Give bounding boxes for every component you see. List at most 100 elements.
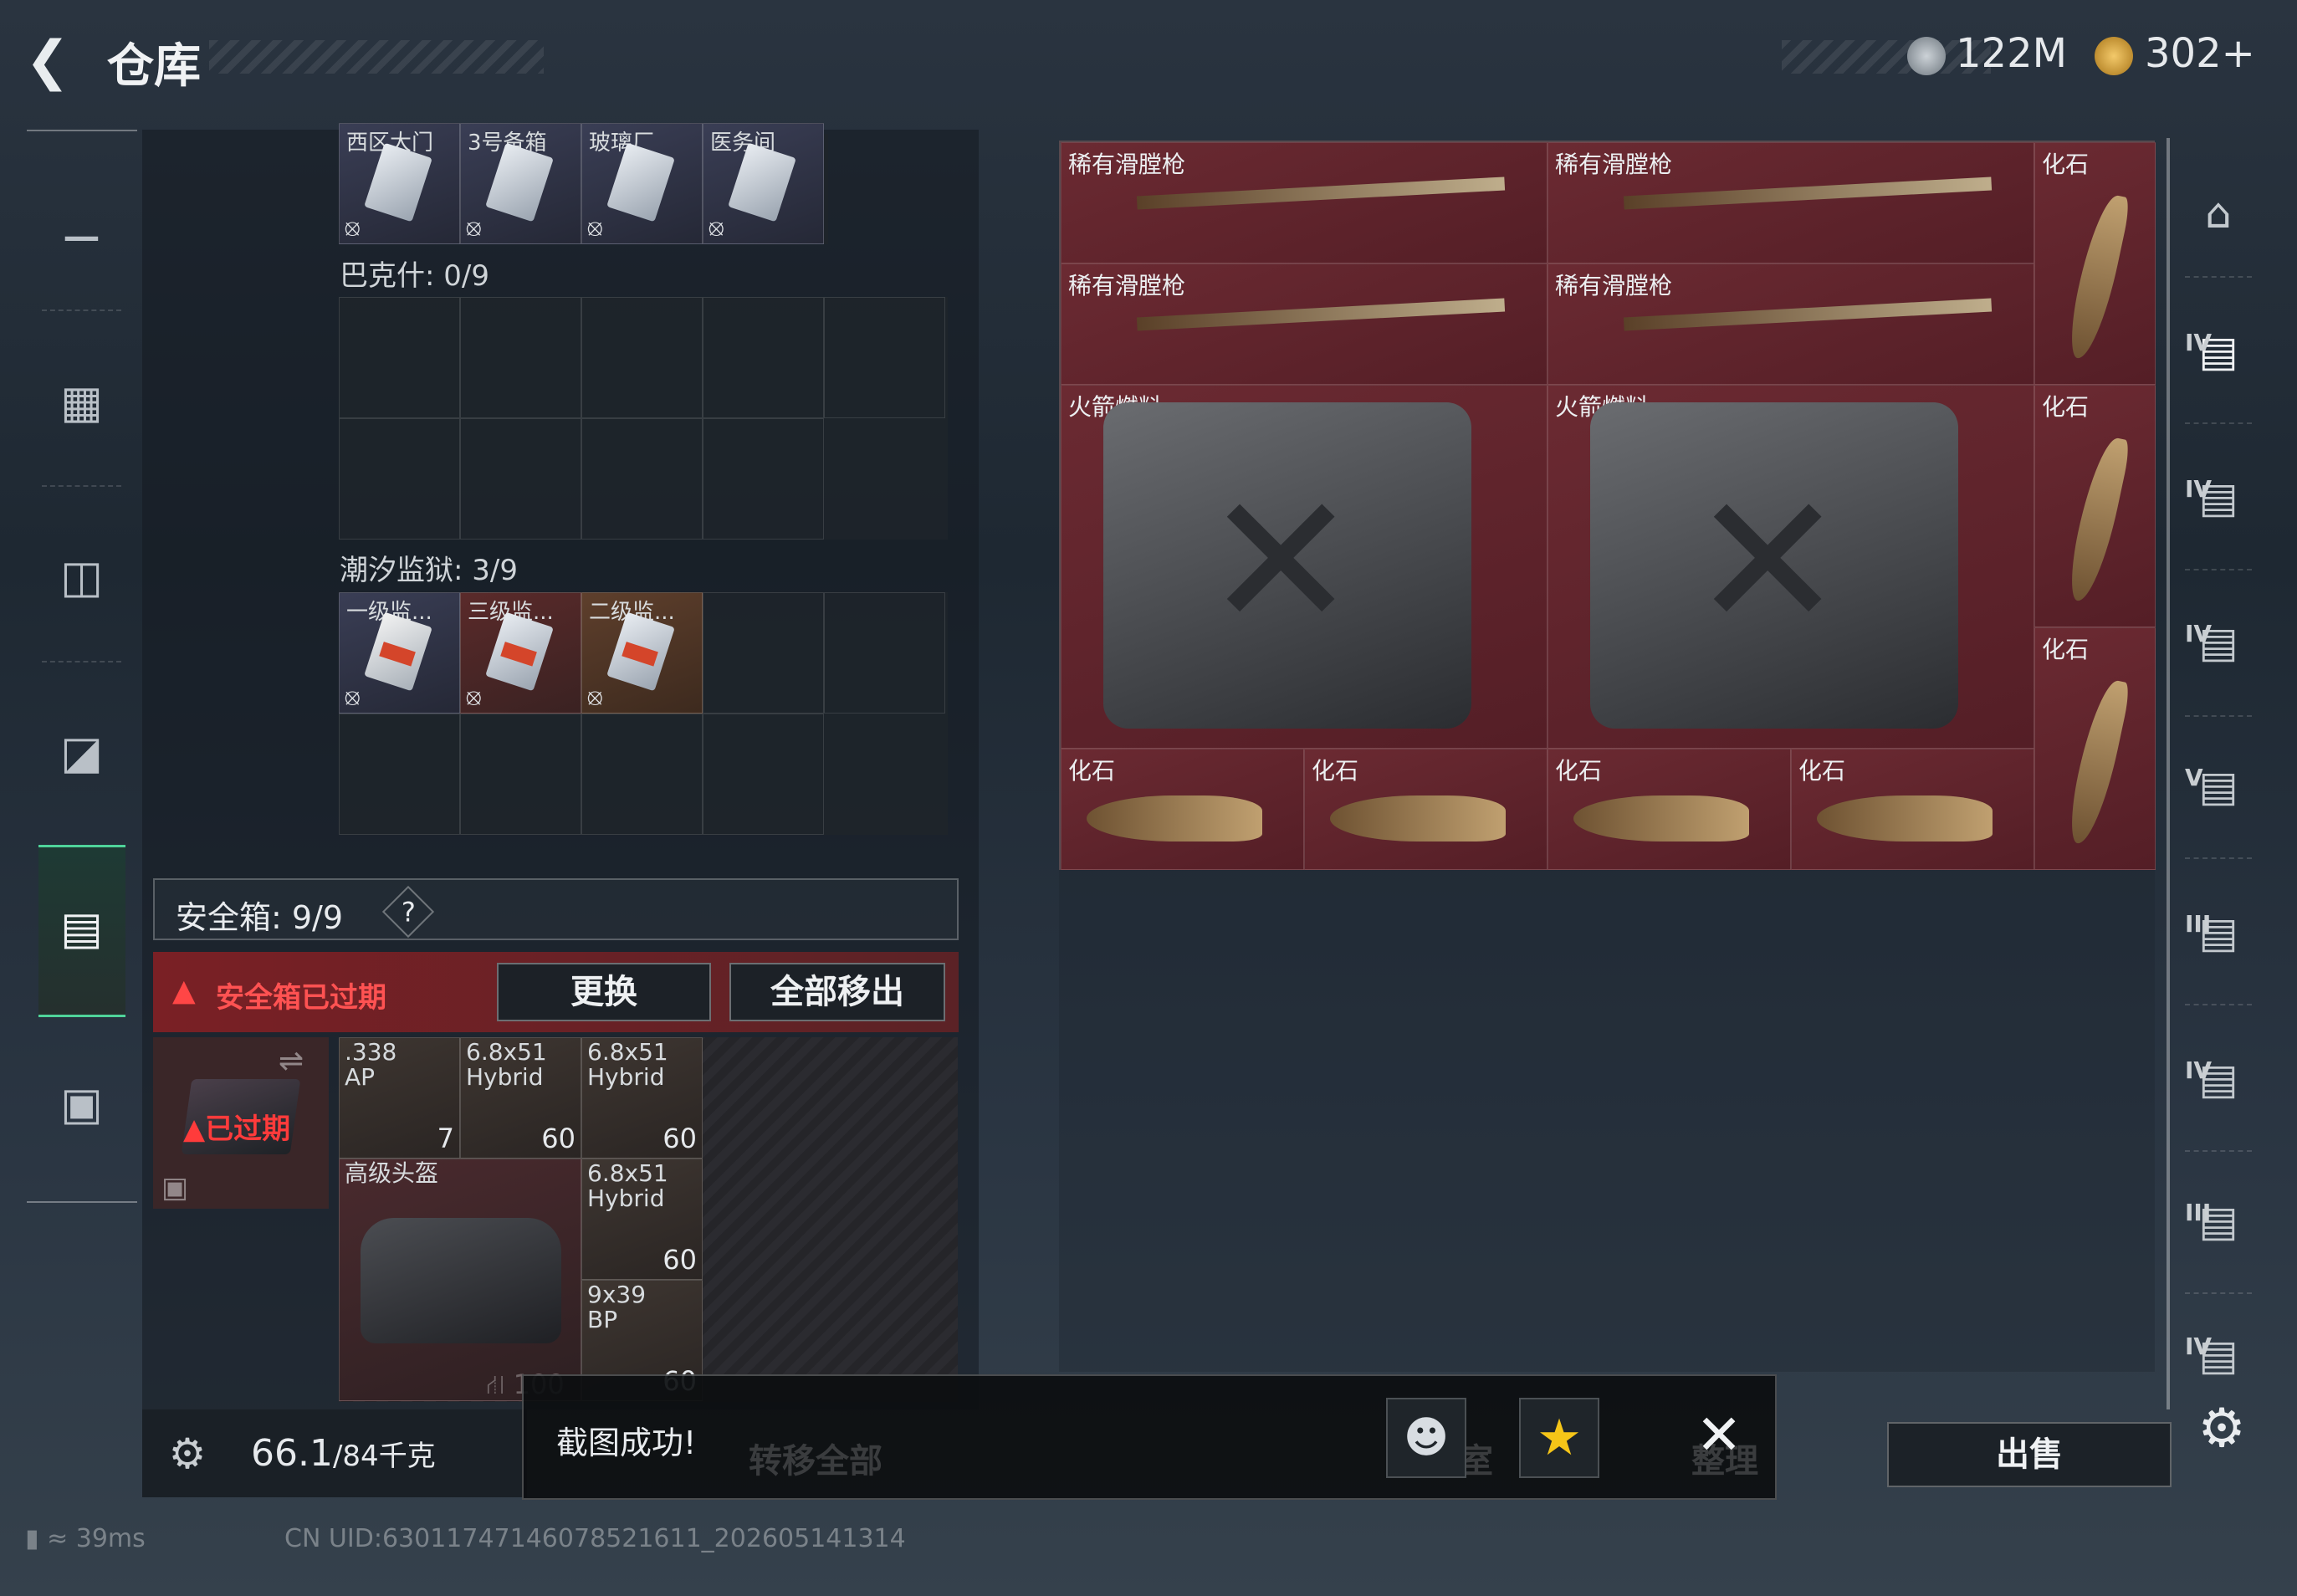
tier-label: IV — [2185, 1056, 2213, 1084]
empty-slot[interactable] — [581, 714, 703, 835]
musket-icon — [1623, 176, 1993, 210]
currency-silver: 122M — [1956, 30, 2068, 77]
favorite-star-icon[interactable]: ★ — [1519, 1398, 1599, 1478]
section-label-tidal-prison: 潮汐监狱: 3/9 — [340, 554, 518, 587]
key-grid-bakshi — [339, 297, 948, 540]
tier-storage-icon[interactable]: ▤ IV — [2185, 609, 2252, 676]
stash-item-rocket-fuel[interactable]: 火箭燃料 ✕ — [1061, 385, 1548, 749]
safebox-items: .338 AP 7 6.8x51 Hybrid 60 6.8x51 Hybrid… — [339, 1037, 958, 1402]
empty-slot[interactable] — [460, 714, 581, 835]
bag-icon[interactable]: ◪ — [50, 721, 113, 784]
close-icon[interactable]: ✕ — [1686, 1402, 1752, 1469]
ammo-count: 60 — [662, 1244, 697, 1276]
stash-item-fossil[interactable]: 化石 — [1791, 749, 2034, 870]
empty-slot[interactable] — [339, 297, 460, 418]
key-card[interactable]: 医务间 ⦻ — [703, 123, 824, 244]
battery-icon: ▮ — [25, 1524, 39, 1553]
keycard-item[interactable]: 一级监... ⦻ — [339, 592, 460, 714]
gun-icon[interactable]: ⚊ — [50, 194, 113, 257]
nav-separator — [2185, 1150, 2252, 1152]
stash-item-rocket-fuel[interactable]: 火箭燃料 ✕ — [1548, 385, 2034, 749]
empty-slot[interactable] — [339, 714, 460, 835]
ammo-item[interactable]: 6.8x51 Hybrid 60 — [581, 1159, 703, 1280]
stash-item-fossil[interactable]: 化石 — [2034, 627, 2156, 870]
replace-button[interactable]: 更换 — [497, 963, 711, 1021]
tier-storage-icon[interactable]: ▤ III — [2185, 899, 2252, 966]
ammo-name: .338 AP — [345, 1038, 397, 1091]
empty-slot[interactable] — [460, 297, 581, 418]
empty-slot[interactable] — [581, 297, 703, 418]
empty-slot[interactable] — [460, 418, 581, 540]
ammo-item[interactable]: 6.8x51 Hybrid 60 — [581, 1037, 703, 1159]
tier-storage-icon[interactable]: ▤ IV — [2185, 1046, 2252, 1113]
expired-badge-label: 已过期 — [205, 1113, 291, 1146]
wifi-icon: ≈ — [47, 1524, 69, 1553]
helmet-item[interactable]: 高级头盔 ⛙ 100 — [339, 1159, 581, 1401]
vest-icon[interactable]: ▦ — [50, 371, 113, 433]
tier-storage-icon[interactable]: ▤ III — [2185, 1188, 2252, 1255]
stash-item-musket[interactable]: 稀有滑膛枪 — [1548, 263, 2034, 385]
stash-item-fossil[interactable]: 化石 — [2034, 142, 2156, 385]
empty-slot[interactable] — [339, 418, 460, 540]
item-label: 化石 — [2042, 393, 2090, 421]
tier-storage-icon[interactable]: ▤ IV — [2185, 318, 2252, 385]
tier-storage-icon[interactable]: ▤ V — [2185, 753, 2252, 820]
stash-item-musket[interactable]: 稀有滑膛枪 — [1548, 142, 2034, 263]
stash-empty-area[interactable] — [1059, 870, 2155, 1372]
ammo-count: 7 — [437, 1123, 454, 1154]
stash-item-fossil[interactable]: 化石 — [1061, 749, 1304, 870]
vault-icon[interactable]: ⌂ — [2185, 180, 2252, 247]
keycard-item[interactable]: 二级监... ⦻ — [581, 592, 703, 714]
empty-slot[interactable] — [703, 418, 824, 540]
settings-gear-icon[interactable]: ⚙ — [2192, 1399, 2252, 1459]
nav-separator — [2185, 1292, 2252, 1294]
keycard-item[interactable]: 三级监... ⦻ — [460, 592, 581, 714]
stash-item-fossil[interactable]: 化石 — [2034, 385, 2156, 627]
stash-item-musket[interactable]: 稀有滑膛枪 — [1061, 263, 1548, 385]
nav-separator — [2185, 422, 2252, 424]
back-arrow-icon[interactable]: ❮ — [25, 32, 84, 90]
backpack-icon[interactable]: ◫ — [50, 545, 113, 608]
stash-item-fossil[interactable]: 化石 — [1304, 749, 1548, 870]
key-row: 西区大门 ⦻ 3号备箱 ⦻ 玻璃厂 ⦻ 医务间 ⦻ — [339, 123, 828, 244]
tier-label: IV — [2185, 620, 2213, 647]
currency-gold[interactable]: 302+ — [2145, 30, 2255, 77]
sell-button[interactable]: 出售 — [1887, 1422, 2172, 1487]
no-trade-icon: ⦻ — [587, 213, 603, 241]
ammo-count: 60 — [662, 1123, 697, 1154]
qq-share-icon[interactable]: ☻ — [1386, 1398, 1466, 1478]
swap-icon[interactable]: ⇌ — [279, 1044, 304, 1078]
empty-slot[interactable] — [703, 592, 824, 714]
empty-slot[interactable] — [581, 418, 703, 540]
key-card[interactable]: 西区大门 ⦻ — [339, 123, 460, 244]
briefcase-icon[interactable]: ▣ — [50, 1072, 113, 1135]
item-label: 化石 — [1798, 757, 1846, 785]
stash-item-musket[interactable]: 稀有滑膛枪 — [1061, 142, 1548, 263]
warning-icon: ▲ — [172, 974, 196, 1008]
nav-separator — [42, 661, 121, 662]
claw-fossil-icon — [1573, 795, 1749, 841]
nav-separator — [2185, 857, 2252, 859]
section-label-bakshi: 巴克什: 0/9 — [340, 259, 489, 293]
ammo-item[interactable]: .338 AP 7 — [339, 1037, 460, 1159]
item-label: 化石 — [2042, 636, 2090, 663]
expired-badge: ▲已过期 — [183, 1113, 291, 1146]
remove-all-button[interactable]: 全部移出 — [729, 963, 945, 1021]
weight-readout: 66.1/84千克 — [251, 1432, 436, 1475]
stash-item-fossil[interactable]: 化石 — [1548, 749, 1791, 870]
left-nav-bottom-line — [27, 1201, 137, 1203]
ammo-item[interactable]: 6.8x51 Hybrid 60 — [460, 1037, 581, 1159]
empty-slot[interactable] — [824, 592, 945, 714]
tier-storage-icon[interactable]: ▤ IV — [2185, 1322, 2252, 1389]
safebox-icon[interactable]: ⇌ ▲已过期 ▣ — [153, 1037, 329, 1209]
key-card[interactable]: 玻璃厂 ⦻ — [581, 123, 703, 244]
tier-storage-icon[interactable]: ▤ IV — [2185, 464, 2252, 531]
empty-slot[interactable] — [703, 714, 824, 835]
empty-slot[interactable] — [703, 297, 824, 418]
transfer-all-ghost[interactable]: 转移全部 — [749, 1434, 882, 1482]
safe-box-icon[interactable]: ▤ — [50, 897, 113, 959]
key-card[interactable]: 3号备箱 ⦻ — [460, 123, 581, 244]
empty-slot[interactable] — [824, 297, 945, 418]
weight-value: 66.1 — [251, 1432, 333, 1475]
claw-fossil-icon — [2064, 192, 2132, 362]
